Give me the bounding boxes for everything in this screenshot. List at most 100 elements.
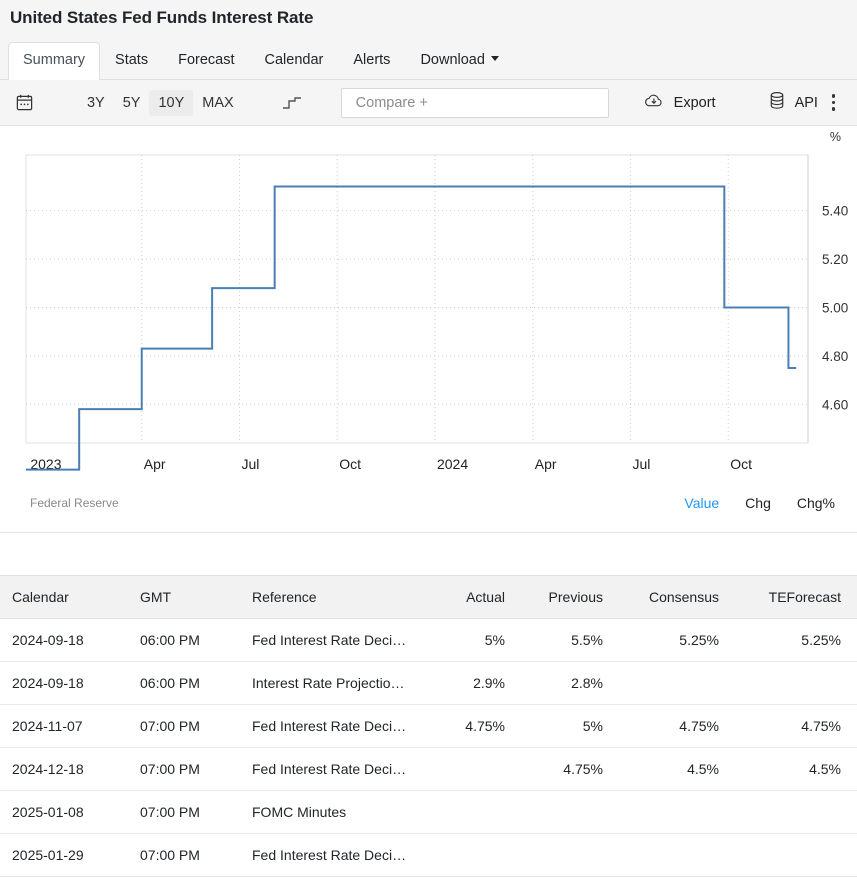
x-tick-label: Oct (730, 456, 752, 472)
column-header-reference[interactable]: Reference (244, 576, 417, 619)
cell-gmt: 07:00 PM (132, 748, 244, 791)
tab-label: Alerts (353, 52, 390, 68)
compare-field[interactable] (341, 88, 609, 118)
cell-consensus: 4.5% (611, 748, 727, 791)
cell-consensus: 4.75% (611, 705, 727, 748)
cell-previous: 2.8% (513, 662, 611, 705)
column-header-gmt[interactable]: GMT (132, 576, 244, 619)
cell-calendar: 2024-12-18 (0, 748, 132, 791)
y-tick-label: 4.80 (822, 349, 848, 364)
cloud-download-icon (643, 92, 665, 114)
range-button-max[interactable]: MAX (193, 90, 242, 116)
metric-toggle-group: Value Chg Chg% (684, 495, 835, 511)
range-button-10y[interactable]: 10Y (149, 90, 193, 116)
cell-reference: Fed Interest Rate Decision (244, 834, 417, 877)
x-tick-label: Jul (632, 456, 650, 472)
cell-gmt: 07:00 PM (132, 791, 244, 834)
metric-toggle-value[interactable]: Value (684, 495, 719, 511)
tab-stats[interactable]: Stats (100, 42, 163, 79)
chart-toolbar: 3Y5Y10YMAX Export (0, 80, 857, 126)
range-button-5y[interactable]: 5Y (114, 90, 150, 116)
cell-actual: 5% (417, 619, 513, 662)
x-tick-label: Oct (339, 456, 361, 472)
tab-bar: Summary Stats Forecast Calendar Alerts Downlo… (0, 36, 857, 80)
export-label: Export (674, 95, 716, 111)
cell-reference: Fed Interest Rate Decision (244, 619, 417, 662)
metric-toggle-chg[interactable]: Chg (745, 495, 771, 511)
step-chart-icon[interactable] (279, 89, 305, 117)
chart-card: 3Y5Y10YMAX Export (0, 80, 857, 533)
y-tick-label: 5.40 (822, 204, 848, 219)
column-header-teforecast[interactable]: TEForecast (727, 576, 857, 619)
tab-download[interactable]: Download (405, 42, 514, 79)
cell-gmt: 06:00 PM (132, 662, 244, 705)
cell-calendar: 2024-09-18 (0, 619, 132, 662)
cell-reference: Fed Interest Rate Decision (244, 705, 417, 748)
tab-label: Stats (115, 52, 148, 68)
calendar-icon[interactable] (12, 88, 38, 118)
cell-teforecast (727, 834, 857, 877)
column-header-consensus[interactable]: Consensus (611, 576, 727, 619)
metric-toggle-chgpct[interactable]: Chg% (797, 495, 835, 511)
y-tick-label: 5.20 (822, 252, 848, 267)
tab-forecast[interactable]: Forecast (163, 42, 249, 79)
tab-label: Download (420, 52, 485, 68)
cell-reference: Interest Rate Projection - Longer (244, 662, 417, 705)
cell-calendar: 2025-01-08 (0, 791, 132, 834)
cell-actual: 2.9% (417, 662, 513, 705)
table-row[interactable]: 2024-09-1806:00 PMInterest Rate Projecti… (0, 662, 857, 705)
api-button[interactable]: API (762, 87, 824, 118)
cell-teforecast (727, 791, 857, 834)
cell-reference: FOMC Minutes (244, 791, 417, 834)
cell-actual: 4.75% (417, 705, 513, 748)
x-tick-label: Jul (241, 456, 259, 472)
cell-consensus: 5.25% (611, 619, 727, 662)
tab-alerts[interactable]: Alerts (338, 42, 405, 79)
cell-teforecast: 4.75% (727, 705, 857, 748)
plot-background (26, 155, 808, 443)
cell-gmt: 07:00 PM (132, 705, 244, 748)
table-row[interactable]: 2024-09-1806:00 PMFed Interest Rate Deci… (0, 619, 857, 662)
compare-input[interactable] (354, 94, 596, 112)
cell-actual (417, 748, 513, 791)
cell-previous (513, 834, 611, 877)
tab-label: Forecast (178, 52, 234, 68)
y-tick-label: 4.60 (822, 397, 848, 412)
column-header-actual[interactable]: Actual (417, 576, 513, 619)
range-button-3y[interactable]: 3Y (78, 90, 114, 116)
cell-calendar: 2024-11-07 (0, 705, 132, 748)
table-row[interactable]: 2025-01-0807:00 PMFOMC Minutes (0, 791, 857, 834)
table-row[interactable]: 2024-11-0707:00 PMFed Interest Rate Deci… (0, 705, 857, 748)
table-body: 2024-09-1806:00 PMFed Interest Rate Deci… (0, 619, 857, 877)
tab-calendar[interactable]: Calendar (250, 42, 339, 79)
api-label: API (795, 95, 818, 111)
cell-previous: 5.5% (513, 619, 611, 662)
y-axis-unit: % (830, 130, 841, 144)
tab-label: Summary (23, 52, 85, 68)
chevron-down-icon (491, 56, 499, 61)
calendar-table: CalendarGMTReferenceActualPreviousConsen… (0, 575, 857, 877)
cell-consensus (611, 662, 727, 705)
chart-plot-area[interactable]: % 4.604.805.005.205.402023AprJulOct2024A… (0, 126, 857, 474)
more-vertical-icon[interactable] (824, 90, 843, 116)
x-tick-label: Apr (144, 456, 166, 472)
title-bar: United States Fed Funds Interest Rate (0, 0, 857, 36)
cell-teforecast (727, 662, 857, 705)
table-row[interactable]: 2024-12-1807:00 PMFed Interest Rate Deci… (0, 748, 857, 791)
tab-label: Calendar (265, 52, 324, 68)
table-row[interactable]: 2025-01-2907:00 PMFed Interest Rate Deci… (0, 834, 857, 877)
fed-funds-step-chart[interactable]: 4.604.805.005.205.402023AprJulOct2024Apr… (0, 126, 857, 474)
cell-calendar: 2025-01-29 (0, 834, 132, 877)
chart-source: Federal Reserve (30, 496, 119, 510)
x-tick-label: Apr (535, 456, 557, 472)
column-header-calendar[interactable]: Calendar (0, 576, 132, 619)
column-header-previous[interactable]: Previous (513, 576, 611, 619)
cell-previous: 4.75% (513, 748, 611, 791)
y-tick-label: 5.00 (822, 300, 848, 315)
export-button[interactable]: Export (637, 88, 722, 118)
chart-footer: Federal Reserve Value Chg Chg% (0, 474, 857, 532)
database-icon (768, 91, 786, 114)
cell-actual (417, 834, 513, 877)
cell-gmt: 06:00 PM (132, 619, 244, 662)
tab-summary[interactable]: Summary (8, 42, 100, 80)
